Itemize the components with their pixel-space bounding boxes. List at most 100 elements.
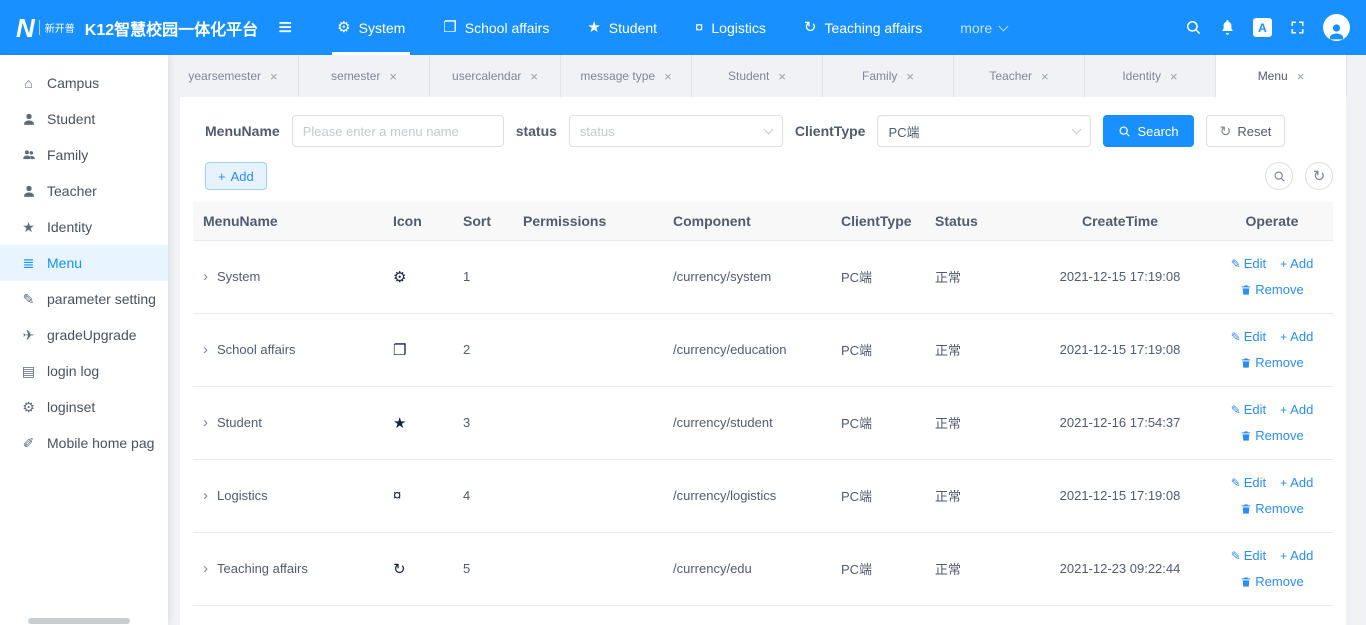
expand-row-icon[interactable]: ›	[203, 268, 208, 285]
remove-link[interactable]: Remove	[1240, 496, 1303, 522]
cell-client-type: PC端	[831, 532, 925, 605]
expand-row-icon[interactable]: ›	[203, 487, 208, 504]
tab-message-type[interactable]: message type ×	[561, 55, 692, 97]
book-icon: ❐	[443, 20, 456, 35]
remove-link[interactable]: Remove	[1240, 569, 1303, 595]
chevron-down-icon	[1072, 124, 1082, 134]
translate-icon[interactable]: A	[1253, 18, 1272, 37]
close-icon[interactable]: ×	[270, 70, 278, 83]
sidebar-item-mobile-home-page[interactable]: ✐ Mobile home pag	[0, 425, 168, 461]
cell-component: /currency/logistics	[663, 459, 831, 532]
remove-link[interactable]: Remove	[1240, 350, 1303, 376]
edit-icon: ✎	[1231, 331, 1241, 343]
add-link[interactable]: +Add	[1280, 251, 1313, 277]
cell-permissions	[513, 313, 663, 386]
expand-row-icon[interactable]: ›	[203, 341, 208, 358]
edit-link[interactable]: ✎Edit	[1231, 470, 1266, 496]
nav-label: Student	[609, 20, 657, 36]
search-icon[interactable]	[1185, 19, 1202, 36]
cell-operate: ✎Edit +Add Remove	[1211, 459, 1333, 532]
expand-row-icon[interactable]: ›	[203, 560, 208, 577]
remove-link[interactable]: Remove	[1240, 423, 1303, 449]
tab-teacher[interactable]: Teacher ×	[954, 55, 1085, 97]
close-icon[interactable]: ×	[1170, 70, 1178, 83]
tab-yearsemester[interactable]: yearsemester ×	[168, 55, 299, 97]
sidebar-item-menu[interactable]: ≣ Menu	[0, 245, 168, 281]
nav-item-student[interactable]: ★ Student	[568, 0, 676, 55]
fullscreen-icon[interactable]	[1289, 19, 1306, 36]
add-link[interactable]: +Add	[1280, 470, 1313, 496]
nav-item-logistics[interactable]: ¤ Logistics	[676, 0, 785, 55]
close-icon[interactable]: ×	[1041, 70, 1049, 83]
tab-identity[interactable]: Identity ×	[1085, 55, 1216, 97]
edit-icon: ✎	[1231, 258, 1241, 270]
sidebar-item-label: Family	[47, 147, 88, 163]
col-header-status: Status	[925, 202, 1029, 240]
reset-button[interactable]: ↻ Reset	[1206, 115, 1286, 147]
cell-menu-name: Teaching affairs	[217, 561, 308, 576]
edit-link[interactable]: ✎Edit	[1231, 397, 1266, 423]
add-link[interactable]: +Add	[1280, 324, 1313, 350]
tab-label: usercalendar	[452, 69, 521, 83]
horizontal-scrollbar[interactable]	[28, 618, 130, 624]
close-icon[interactable]: ×	[389, 70, 397, 83]
sidebar-item-gradeupgrade[interactable]: ✈ gradeUpgrade	[0, 317, 168, 353]
sidebar-item-family[interactable]: Family	[0, 137, 168, 173]
tab-usercalendar[interactable]: usercalendar ×	[430, 55, 561, 97]
cell-sort: 5	[453, 532, 513, 605]
cell-status: 正常	[925, 313, 1029, 386]
trash-icon	[1240, 357, 1252, 369]
sidebar-item-student[interactable]: Student	[0, 101, 168, 137]
close-icon[interactable]: ×	[778, 70, 786, 83]
tab-menu[interactable]: Menu ×	[1216, 55, 1347, 97]
tab-family[interactable]: Family ×	[823, 55, 954, 97]
expand-row-icon[interactable]: ›	[203, 414, 208, 431]
edit-link[interactable]: ✎Edit	[1231, 543, 1266, 569]
remove-link[interactable]: Remove	[1240, 277, 1303, 303]
nav-item-school-affairs[interactable]: ❐ School affairs	[424, 0, 568, 55]
add-button-label: Add	[231, 169, 254, 184]
add-link[interactable]: +Add	[1280, 397, 1313, 423]
hamburger-menu-icon[interactable]: ≡	[278, 16, 292, 40]
table-search-button[interactable]	[1265, 162, 1293, 190]
sidebar-item-label: Teacher	[47, 183, 97, 199]
cell-create-time: 2021-12-15 17:19:08	[1029, 459, 1211, 532]
close-icon[interactable]: ×	[906, 70, 914, 83]
tab-student[interactable]: Student ×	[692, 55, 823, 97]
notification-bell-icon[interactable]	[1219, 19, 1236, 36]
plus-icon: +	[1280, 477, 1287, 489]
sidebar-item-label: Identity	[47, 219, 92, 235]
nav-item-teaching-affairs[interactable]: ↻ Teaching affairs	[785, 0, 941, 55]
nav-item-system[interactable]: ⚙ System	[318, 0, 424, 55]
sidebar-item-campus[interactable]: ⌂ Campus	[0, 65, 168, 101]
sidebar-item-login-log[interactable]: ▤ login log	[0, 353, 168, 389]
chevron-down-icon	[999, 21, 1009, 31]
nav-label: System	[359, 20, 406, 36]
close-icon[interactable]: ×	[664, 70, 672, 83]
sidebar-item-parameter-setting[interactable]: ✎ parameter setting	[0, 281, 168, 317]
gear-icon: ⚙	[393, 269, 406, 286]
close-icon[interactable]: ×	[1297, 70, 1305, 83]
edit-link[interactable]: ✎Edit	[1231, 324, 1266, 350]
status-select[interactable]: status	[569, 115, 783, 147]
tab-semester[interactable]: semester ×	[299, 55, 430, 97]
sync-icon: ↻	[393, 561, 406, 578]
client-type-select[interactable]: PC端	[877, 115, 1091, 147]
trash-icon	[1240, 503, 1252, 515]
user-avatar[interactable]	[1323, 14, 1350, 41]
close-icon[interactable]: ×	[530, 70, 538, 83]
sidebar-item-teacher[interactable]: Teacher	[0, 173, 168, 209]
nav-label: more	[960, 20, 992, 36]
add-button[interactable]: + Add	[205, 162, 267, 190]
edit-link[interactable]: ✎Edit	[1231, 251, 1266, 277]
sidebar-item-loginset[interactable]: ⚙ loginset	[0, 389, 168, 425]
add-link[interactable]: +Add	[1280, 543, 1313, 569]
sidebar-item-label: login log	[47, 363, 99, 379]
cell-operate: ✎Edit +Add Remove	[1211, 386, 1333, 459]
table-row: ›System ⚙ 1 /currency/system PC端 正常 2021…	[193, 240, 1333, 313]
search-button[interactable]: Search	[1103, 115, 1193, 147]
sidebar-item-identity[interactable]: ★ Identity	[0, 209, 168, 245]
nav-item-more[interactable]: more	[941, 0, 1026, 55]
table-refresh-button[interactable]: ↻	[1305, 162, 1333, 190]
menu-name-input[interactable]	[292, 115, 504, 147]
